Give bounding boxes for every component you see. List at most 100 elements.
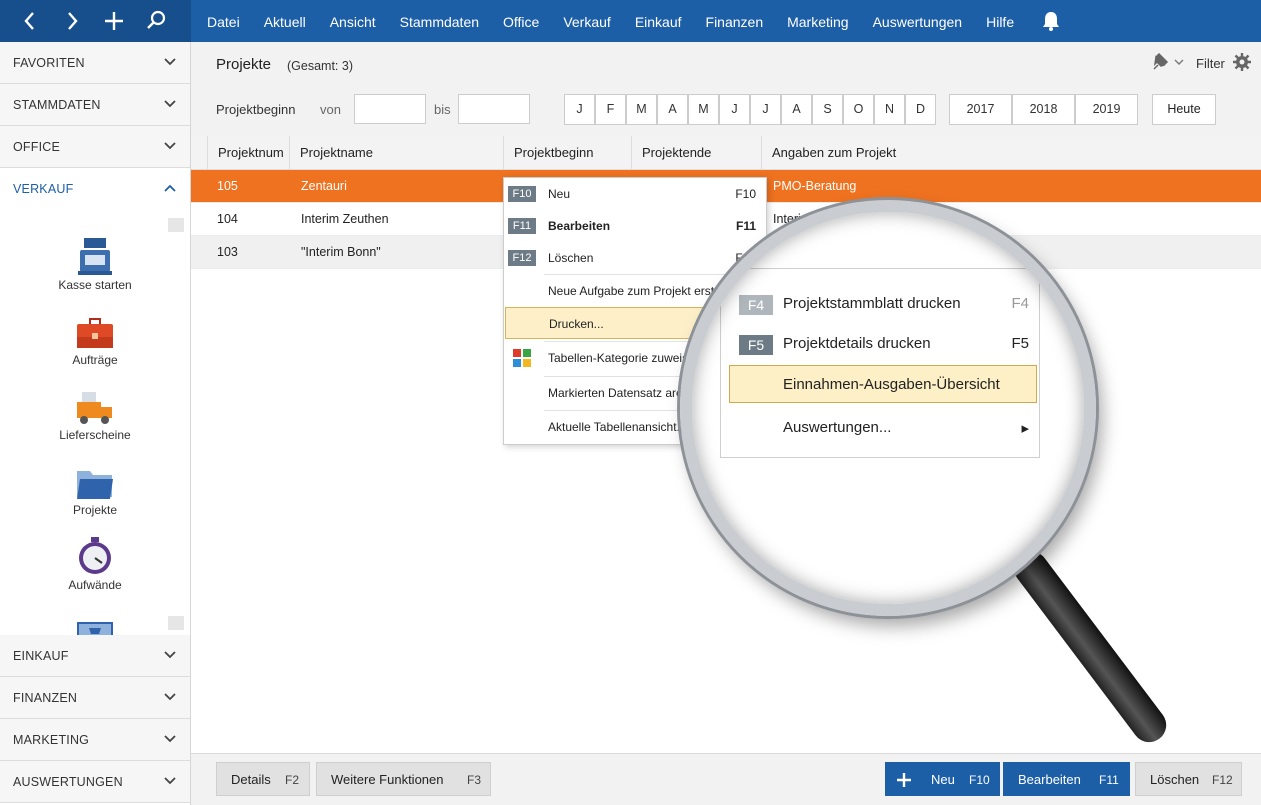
- sidebar-section-label: MARKETING: [13, 733, 90, 747]
- submenu-item-projektdetails[interactable]: F5 Projektdetails drucken F5: [721, 325, 1041, 363]
- menu-aktuell[interactable]: Aktuell: [252, 0, 318, 42]
- menu-auswertungen[interactable]: Auswertungen: [861, 0, 975, 42]
- edit-button[interactable]: Bearbeiten F11: [1003, 762, 1130, 796]
- main-menu: Datei Aktuell Ansicht Stammdaten Office …: [195, 0, 1026, 42]
- menu-datei[interactable]: Datei: [195, 0, 252, 42]
- menu-marketing[interactable]: Marketing: [775, 0, 860, 42]
- menu-stammdaten[interactable]: Stammdaten: [388, 0, 491, 42]
- submenu-item-projektstammblatt[interactable]: F4 Projektstammblatt drucken F4: [721, 285, 1041, 323]
- cell-angaben: PMO-Beratung: [773, 179, 857, 193]
- sidebar-app-projekte[interactable]: Projekte: [0, 453, 190, 528]
- sidebar-section-einkauf[interactable]: EINKAUF: [0, 635, 190, 677]
- details-button[interactable]: Details F2: [216, 762, 310, 796]
- context-item-neu[interactable]: F10 Neu F10: [504, 178, 766, 210]
- sidebar-section-label: FAVORITEN: [13, 56, 85, 70]
- submenu-item-einnahmen-ausgaben[interactable]: Einnahmen-Ausgaben-Übersicht: [729, 365, 1037, 403]
- more-functions-button[interactable]: Weitere Funktionen F3: [316, 762, 491, 796]
- menu-einkauf[interactable]: Einkauf: [623, 0, 694, 42]
- column-projektende[interactable]: Projektende: [632, 136, 762, 170]
- month-may-button[interactable]: M: [688, 94, 719, 125]
- sidebar-section-stammdaten[interactable]: STAMMDATEN: [0, 84, 190, 126]
- button-shortcut: F10: [969, 773, 990, 787]
- month-feb-button[interactable]: F: [595, 94, 626, 125]
- forward-button[interactable]: [58, 7, 86, 35]
- sidebar-section-favoriten[interactable]: FAVORITEN: [0, 42, 190, 84]
- column-projektbeginn[interactable]: Projektbeginn: [504, 136, 632, 170]
- month-apr-button[interactable]: A: [657, 94, 688, 125]
- menu-hilfe[interactable]: Hilfe: [974, 0, 1026, 42]
- chevron-down-icon: [164, 142, 176, 150]
- sidebar-section-finanzen[interactable]: FINANZEN: [0, 677, 190, 719]
- search-button[interactable]: [142, 7, 170, 35]
- chevron-down-icon: [164, 735, 176, 743]
- month-jul-button[interactable]: J: [750, 94, 781, 125]
- menu-item-shortcut: F10: [735, 187, 756, 201]
- delete-button[interactable]: Löschen F12: [1135, 762, 1242, 796]
- settings-button[interactable]: [1233, 53, 1251, 74]
- sidebar-app-label: Kasse starten: [58, 278, 132, 292]
- sidebar-app-aufwaende[interactable]: Aufwände: [0, 528, 190, 603]
- sidebar-section-marketing[interactable]: MARKETING: [0, 719, 190, 761]
- add-button[interactable]: [100, 7, 128, 35]
- year-2018-button[interactable]: 2018: [1012, 94, 1075, 125]
- button-label: Löschen: [1150, 772, 1200, 787]
- chevron-down-icon: [164, 693, 176, 701]
- month-nov-button[interactable]: N: [874, 94, 905, 125]
- menu-item-label: Auswertungen...: [783, 419, 892, 436]
- sidebar-app-lieferscheine[interactable]: Lieferscheine: [0, 378, 190, 453]
- menu-ansicht[interactable]: Ansicht: [318, 0, 388, 42]
- month-jun-button[interactable]: J: [719, 94, 750, 125]
- submenu-item-auswertungen[interactable]: Auswertungen... ▸: [721, 409, 1041, 447]
- shortcut-badge: F5: [739, 335, 773, 355]
- sidebar-scroll-down[interactable]: [168, 616, 184, 630]
- filter-button[interactable]: Filter: [1196, 56, 1225, 71]
- menu-item-label: Bearbeiten: [548, 219, 611, 233]
- button-shortcut: F11: [1099, 773, 1119, 787]
- month-jan-button[interactable]: J: [564, 94, 595, 125]
- column-angaben[interactable]: Angaben zum Projekt: [762, 136, 1261, 170]
- month-oct-button[interactable]: O: [843, 94, 874, 125]
- menu-item-label: Löschen: [548, 251, 594, 265]
- button-shortcut: F2: [285, 773, 300, 787]
- column-projektname[interactable]: Projektname: [290, 136, 504, 170]
- menu-item-label: Neu: [548, 187, 571, 201]
- page-title: Projekte: [216, 56, 272, 73]
- button-label: Neu: [931, 772, 955, 787]
- column-projektnummer[interactable]: Projektnum: [207, 136, 290, 170]
- menu-item-shortcut: F5: [1011, 335, 1029, 352]
- menu-finanzen[interactable]: Finanzen: [694, 0, 776, 42]
- menu-verkauf[interactable]: Verkauf: [551, 0, 622, 42]
- notifications-button[interactable]: [1040, 10, 1062, 35]
- sidebar-app-label: Aufträge: [72, 353, 118, 367]
- year-2019-button[interactable]: 2019: [1075, 94, 1138, 125]
- sidebar-section-label: AUSWERTUNGEN: [13, 775, 123, 789]
- bis-label: bis: [434, 102, 451, 117]
- sidebar-app-auftraege[interactable]: Aufträge: [0, 303, 190, 378]
- von-input[interactable]: [354, 94, 426, 124]
- year-2017-button[interactable]: 2017: [949, 94, 1012, 125]
- sidebar-section-verkauf[interactable]: VERKAUF: [0, 168, 190, 210]
- pin-button[interactable]: [1148, 52, 1188, 76]
- pin-icon: [1153, 52, 1184, 70]
- month-mar-button[interactable]: M: [626, 94, 657, 125]
- sidebar-section-auswertungen[interactable]: AUSWERTUNGEN: [0, 761, 190, 803]
- bis-input[interactable]: [458, 94, 530, 124]
- new-button[interactable]: Neu F10: [885, 762, 1000, 796]
- menu-office[interactable]: Office: [491, 0, 551, 42]
- projektbeginn-label: Projektbeginn: [216, 102, 296, 117]
- back-button[interactable]: [16, 7, 44, 35]
- sidebar-app-label: Lieferscheine: [59, 428, 131, 442]
- month-sep-button[interactable]: S: [812, 94, 843, 125]
- sidebar-section-office[interactable]: OFFICE: [0, 126, 190, 168]
- today-button[interactable]: Heute: [1152, 94, 1216, 125]
- chevron-down-icon: [164, 777, 176, 785]
- sidebar-app-kasse[interactable]: Kasse starten: [0, 228, 190, 303]
- context-item-bearbeiten[interactable]: F11 Bearbeiten F11: [504, 210, 766, 242]
- month-dec-button[interactable]: D: [905, 94, 936, 125]
- shortcut-badge: F10: [508, 186, 536, 202]
- shortcut-badge: F4: [739, 295, 773, 315]
- chevron-down-icon: [164, 100, 176, 108]
- month-aug-button[interactable]: A: [781, 94, 812, 125]
- cell-projektname: Interim Zeuthen: [301, 212, 389, 226]
- delivery-truck-icon: [77, 392, 112, 424]
